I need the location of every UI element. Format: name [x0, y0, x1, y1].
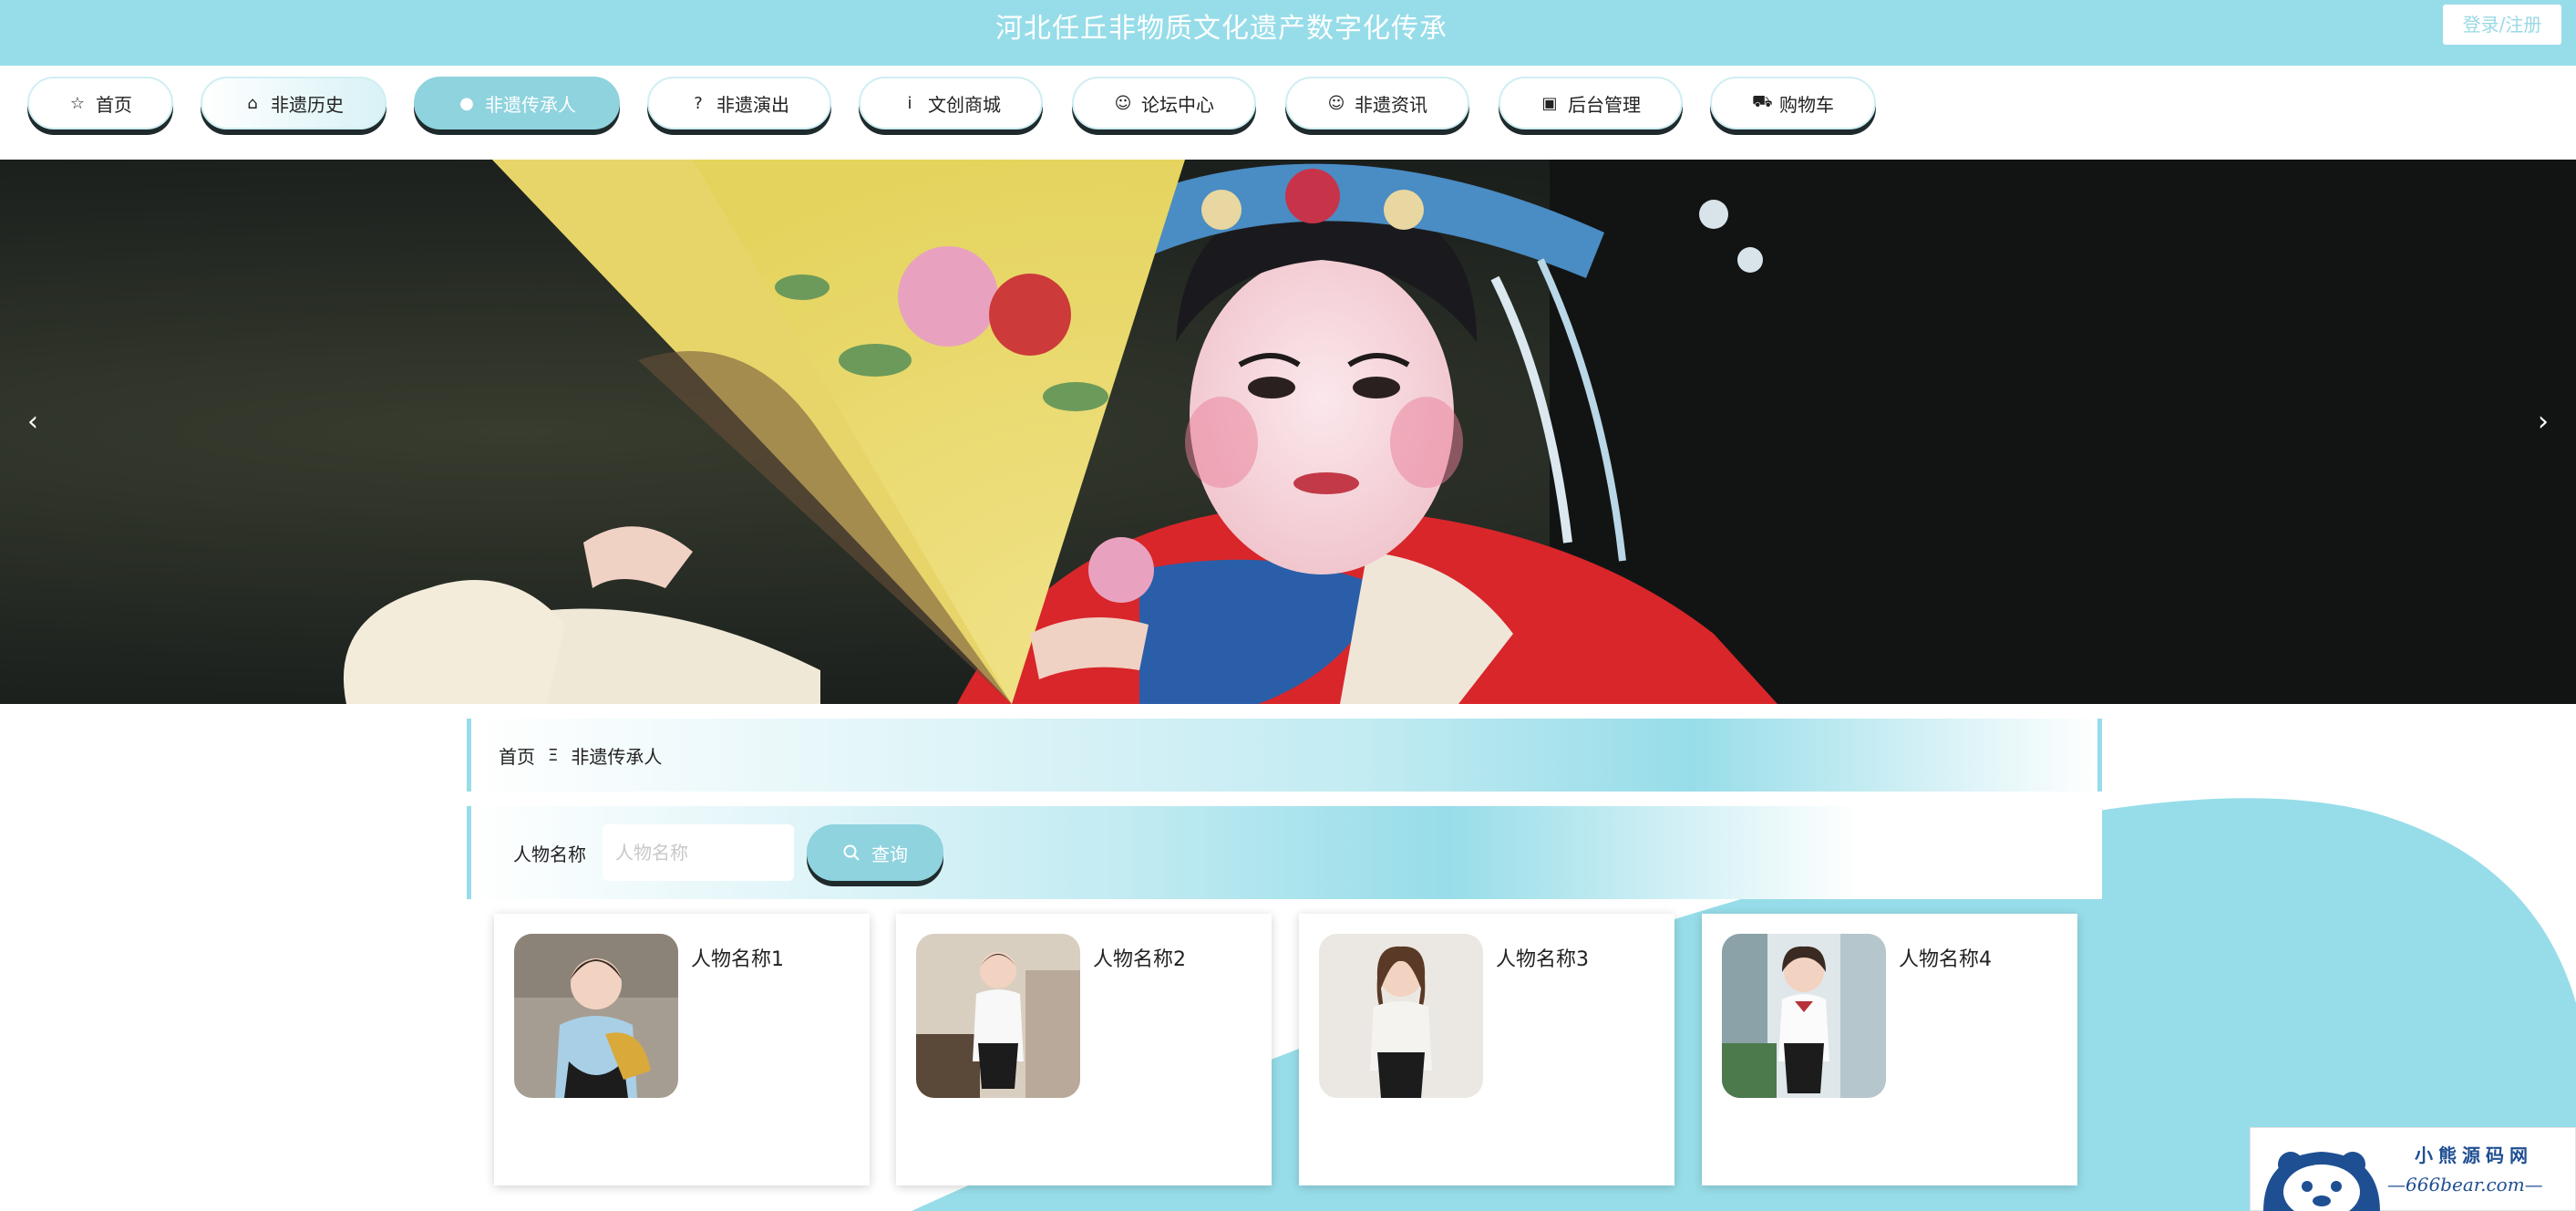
banner-carousel: ‹ ›: [0, 160, 2576, 704]
inheritor-card[interactable]: 人物名称2: [896, 914, 1272, 1185]
inheritor-name: 人物名称3: [1496, 948, 1589, 971]
nav-item-label: 首页: [96, 93, 132, 116]
info-circle-icon: i: [907, 93, 912, 113]
breadcrumb: 首页 Ξ 非遗传承人: [467, 719, 2102, 792]
nav-item-label: 非遗传承人: [485, 93, 576, 116]
bag-icon: ⌂: [247, 93, 258, 113]
nav-item-performance[interactable]: ? 非遗演出: [647, 77, 831, 129]
face-icon: ☺: [1327, 93, 1345, 113]
breadcrumb-current: 非遗传承人: [571, 745, 663, 768]
inheritor-name: 人物名称4: [1899, 948, 1992, 971]
nav-item-label: 后台管理: [1568, 93, 1641, 116]
nav-item-label: 文创商城: [928, 93, 1001, 116]
nav-item-history[interactable]: ⌂ 非遗历史: [201, 77, 386, 129]
cart-icon: ⛟: [1752, 92, 1773, 111]
inheritor-photo: [916, 934, 1080, 1098]
star-icon: ☆: [69, 93, 86, 113]
inheritor-photo: [1319, 934, 1483, 1098]
inheritor-card[interactable]: 人物名称1: [494, 914, 870, 1185]
search-button-label: 查询: [871, 843, 908, 865]
carousel-next-button[interactable]: ›: [2525, 406, 2561, 438]
info-icon: ●: [459, 93, 474, 113]
question-icon: ?: [694, 93, 703, 113]
smile-icon: ☺: [1114, 93, 1132, 113]
inheritor-photo: [514, 934, 678, 1098]
watermark-title: 小熊源码网: [2415, 1144, 2533, 1166]
nav-item-inheritors[interactable]: ● 非遗传承人: [414, 77, 620, 129]
nav-item-home[interactable]: ☆ 首页: [27, 77, 173, 129]
nav-item-cart[interactable]: ⛟ 购物车: [1710, 77, 1876, 129]
site-title: 河北任丘非物质文化遗产数字化传承: [995, 13, 1448, 45]
search-input[interactable]: [603, 824, 794, 881]
nav-item-forum[interactable]: ☺ 论坛中心: [1072, 77, 1256, 129]
inheritor-name: 人物名称2: [1093, 948, 1186, 971]
watermark: 小熊源码网 —666bear.com—: [2250, 1127, 2576, 1211]
background-wave: [912, 798, 2576, 1211]
bear-logo-icon: [2263, 1152, 2380, 1211]
nav-item-label: 非遗资讯: [1355, 93, 1427, 116]
inheritor-name: 人物名称1: [691, 948, 784, 971]
inheritor-card[interactable]: 人物名称3: [1299, 914, 1674, 1185]
banner-image: [0, 160, 2576, 704]
breadcrumb-home-link[interactable]: 首页: [499, 742, 535, 769]
nav-item-label: 非遗历史: [271, 93, 344, 116]
page: 河北任丘非物质文化遗产数字化传承 登录/注册 ☆ 首页 ⌂ 非遗历史 ● 非遗传…: [0, 0, 2576, 1211]
nav-item-label: 购物车: [1779, 93, 1834, 116]
top-header: 河北任丘非物质文化遗产数字化传承 登录/注册: [0, 0, 2576, 66]
login-register-button[interactable]: 登录/注册: [2443, 5, 2561, 45]
nav-item-label: 非遗演出: [716, 93, 789, 116]
nav-item-admin[interactable]: ▣ 后台管理: [1499, 77, 1683, 129]
nav-item-news[interactable]: ☺ 非遗资讯: [1285, 77, 1469, 129]
nav-item-label: 论坛中心: [1141, 93, 1214, 116]
inheritor-photo: [1722, 934, 1886, 1098]
search-icon: [843, 844, 860, 861]
briefcase-icon: ▣: [1541, 93, 1558, 113]
watermark-url: —666bear.com—: [2387, 1174, 2543, 1195]
search-label: 人物名称: [513, 843, 586, 865]
carousel-prev-button[interactable]: ‹: [15, 406, 51, 438]
search-bar: 人物名称 查询: [467, 806, 2102, 899]
inheritor-card[interactable]: 人物名称4: [1702, 914, 2077, 1185]
search-button[interactable]: 查询: [807, 824, 943, 881]
breadcrumb-separator: Ξ: [548, 745, 559, 765]
nav-item-shop[interactable]: i 文创商城: [859, 77, 1043, 129]
